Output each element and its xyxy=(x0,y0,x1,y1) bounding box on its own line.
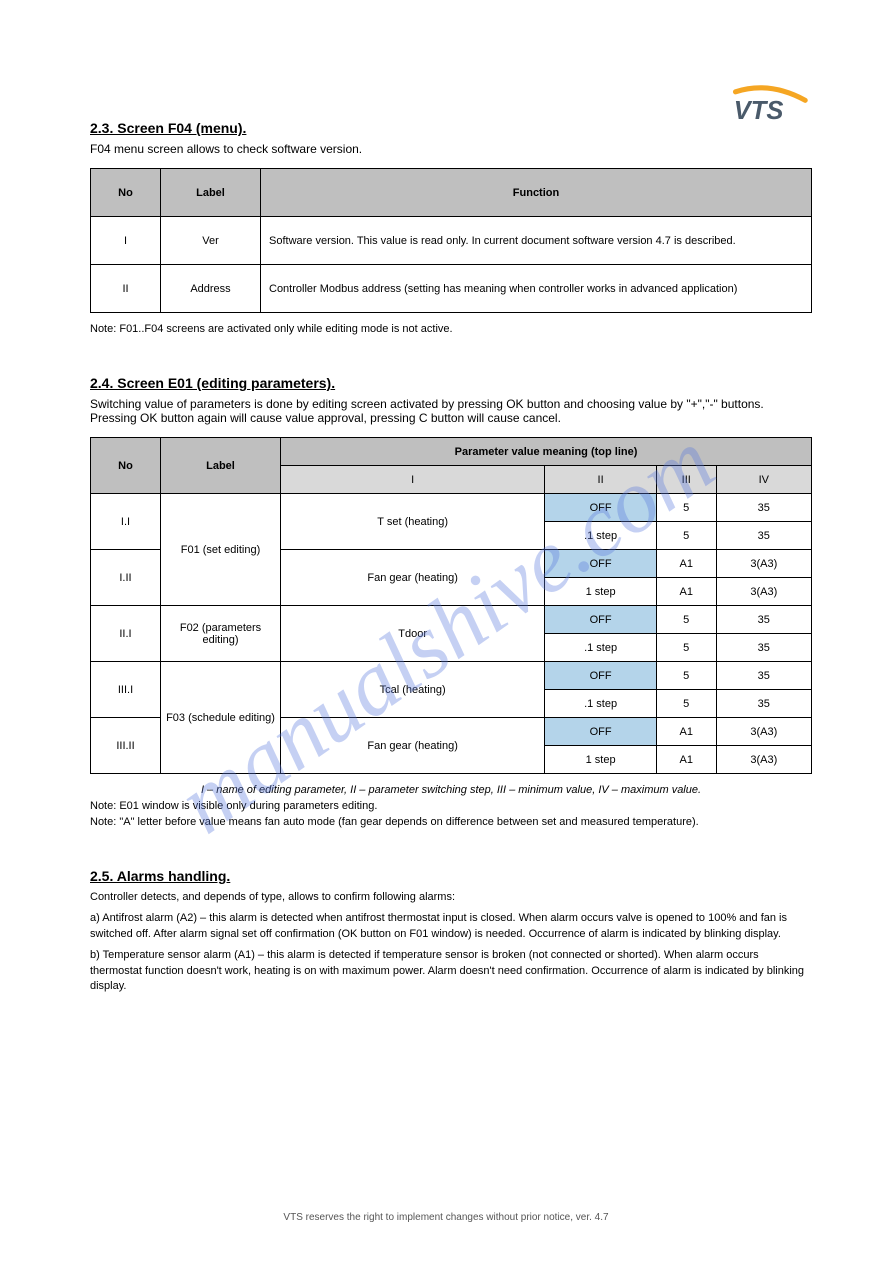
table-row: III.I F03 (schedule editing) Tcal (heati… xyxy=(91,662,812,690)
cell-i: Fan gear (heating) xyxy=(281,550,545,606)
cell-ii: 1 step xyxy=(545,746,657,774)
section-2-4-desc: Switching value of parameters is done by… xyxy=(90,397,812,425)
cell-i: T set (heating) xyxy=(281,494,545,550)
cell-iii: 5 xyxy=(656,690,716,718)
t2-subheader-ii: II xyxy=(545,466,657,494)
t2-subheader-iv: IV xyxy=(716,466,811,494)
cell-iv: 35 xyxy=(716,606,811,634)
cell-iii: 5 xyxy=(656,606,716,634)
logo-text: VTS xyxy=(734,97,784,123)
section-2-5-body: Controller detects, and depends of type,… xyxy=(90,890,812,994)
cell-iii: A1 xyxy=(656,746,716,774)
cell-iv: 3(A3) xyxy=(716,550,811,578)
table-row: I.I F01 (set editing) T set (heating) OF… xyxy=(91,494,812,522)
cell-iv: 35 xyxy=(716,494,811,522)
cell-iii: A1 xyxy=(656,578,716,606)
cell-i: Fan gear (heating) xyxy=(281,718,545,774)
cell-iii: 5 xyxy=(656,662,716,690)
para-b: b) Temperature sensor alarm (A1) – this … xyxy=(90,948,812,994)
section-2-4-notes: I – name of editing parameter, II – para… xyxy=(90,784,812,828)
section-2-4-heading: 2.4. Screen E01 (editing parameters). xyxy=(90,375,812,391)
cell-iii: 5 xyxy=(656,634,716,662)
section-2-5-heading: 2.5. Alarms handling. xyxy=(90,868,812,884)
table-row: II.I F02 (parameters editing) Tdoor OFF … xyxy=(91,606,812,634)
t2-subheader-i: I xyxy=(281,466,545,494)
cell-label: F01 (set editing) xyxy=(161,494,281,606)
t1-header-function: Function xyxy=(261,169,812,217)
section-2-3-heading: 2.3. Screen F04 (menu). xyxy=(90,120,812,136)
cell-label: F02 (parameters editing) xyxy=(161,606,281,662)
cell-no: II.I xyxy=(91,606,161,662)
cell-no: I.I xyxy=(91,494,161,550)
cell-ii: OFF xyxy=(545,606,657,634)
cell-ii: OFF xyxy=(545,494,657,522)
cell-function: Controller Modbus address (setting has m… xyxy=(261,265,812,313)
para-intro: Controller detects, and depends of type,… xyxy=(90,890,812,905)
footer-copyright: VTS reserves the right to implement chan… xyxy=(0,1212,892,1223)
cell-iv: 35 xyxy=(716,634,811,662)
section-2-3-note: Note: F01..F04 screens are activated onl… xyxy=(90,323,812,335)
para-a: a) Antifrost alarm (A2) – this alarm is … xyxy=(90,911,812,942)
t2-group-header: Parameter value meaning (top line) xyxy=(281,438,812,466)
table-row: II Address Controller Modbus address (se… xyxy=(91,265,812,313)
cell-i: Tdoor xyxy=(281,606,545,662)
cell-iii: A1 xyxy=(656,718,716,746)
section-2-3-desc: F04 menu screen allows to check software… xyxy=(90,142,812,156)
cell-no: II xyxy=(91,265,161,313)
cell-ii: OFF xyxy=(545,662,657,690)
cell-iv: 35 xyxy=(716,522,811,550)
cell-no: I.II xyxy=(91,550,161,606)
cell-iii: A1 xyxy=(656,550,716,578)
t1-header-label: Label xyxy=(161,169,261,217)
t2-header-label: Label xyxy=(161,438,281,494)
cell-iii: 5 xyxy=(656,522,716,550)
cell-iv: 35 xyxy=(716,662,811,690)
cell-ii: .1 step xyxy=(545,522,657,550)
cell-label: Ver xyxy=(161,217,261,265)
cell-ii: OFF xyxy=(545,550,657,578)
cell-iv: 3(A3) xyxy=(716,718,811,746)
cell-no: III.I xyxy=(91,662,161,718)
cell-iii: 5 xyxy=(656,494,716,522)
note-1: Note: E01 window is visible only during … xyxy=(90,800,812,812)
note-2: Note: "A" letter before value means fan … xyxy=(90,816,812,828)
table-2-4: No Label Parameter value meaning (top li… xyxy=(90,437,812,774)
cell-ii: 1 step xyxy=(545,578,657,606)
t2-subheader-iii: III xyxy=(656,466,716,494)
cell-no: III.II xyxy=(91,718,161,774)
t2-header-no: No xyxy=(91,438,161,494)
cell-label: F03 (schedule editing) xyxy=(161,662,281,774)
cell-iv: 3(A3) xyxy=(716,578,811,606)
cell-function: Software version. This value is read onl… xyxy=(261,217,812,265)
cell-ii: .1 step xyxy=(545,690,657,718)
cell-label: Address xyxy=(161,265,261,313)
t1-header-no: No xyxy=(91,169,161,217)
cell-iv: 3(A3) xyxy=(716,746,811,774)
cell-ii: OFF xyxy=(545,718,657,746)
cell-iv: 35 xyxy=(716,690,811,718)
cell-ii: .1 step xyxy=(545,634,657,662)
note-legend: I – name of editing parameter, II – para… xyxy=(90,784,812,796)
vts-logo: VTS xyxy=(727,85,812,125)
table-2-3: No Label Function I Ver Software version… xyxy=(90,168,812,313)
cell-i: Tcal (heating) xyxy=(281,662,545,718)
cell-no: I xyxy=(91,217,161,265)
table-row: I Ver Software version. This value is re… xyxy=(91,217,812,265)
